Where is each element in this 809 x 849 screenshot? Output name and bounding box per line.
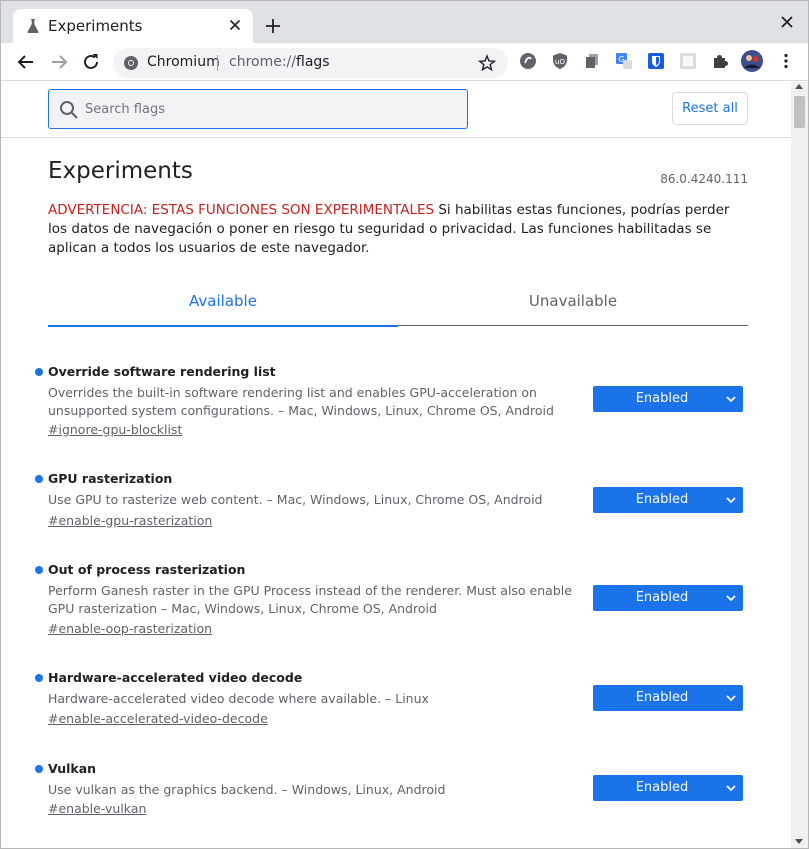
omnibox-url[interactable]: chrome://flags bbox=[229, 54, 330, 70]
omnibox-site-label: Chromium bbox=[147, 54, 220, 70]
flag-status-dot bbox=[35, 765, 43, 773]
star-icon[interactable] bbox=[478, 54, 496, 72]
flag-state-select[interactable]: Enabled bbox=[593, 585, 743, 611]
bitwarden-icon[interactable] bbox=[647, 52, 665, 70]
flags-tabs: Available Unavailable bbox=[48, 282, 748, 327]
flag-name: GPU rasterization bbox=[48, 471, 173, 486]
flag-state-select[interactable]: Enabled bbox=[593, 487, 743, 513]
scroll-thumb[interactable] bbox=[794, 96, 805, 128]
flag-status-dot bbox=[35, 475, 43, 483]
flag-status-dot bbox=[35, 566, 43, 574]
chevron-down-icon bbox=[726, 595, 736, 602]
blank-extension-icon[interactable] bbox=[679, 52, 697, 70]
flag-name: Vulkan bbox=[48, 761, 97, 776]
scroll-down-arrow-icon[interactable] bbox=[795, 839, 803, 844]
forward-arrow-icon[interactable] bbox=[48, 51, 70, 73]
flag-description: Overrides the built-in software renderin… bbox=[48, 385, 554, 418]
page-scrollbar[interactable] bbox=[791, 82, 808, 848]
tab-close-icon[interactable] bbox=[227, 17, 243, 33]
omnibox-separator bbox=[217, 55, 218, 71]
chevron-down-icon bbox=[726, 695, 736, 702]
omnibox[interactable]: Chromium chrome://flags bbox=[113, 48, 508, 78]
sync-extension-icon[interactable] bbox=[519, 52, 537, 70]
flag-permalink[interactable]: #enable-accelerated-video-decode bbox=[48, 711, 268, 726]
flag-status-dot bbox=[35, 674, 43, 682]
flag-description: Use GPU to rasterize web content. – Mac,… bbox=[48, 492, 543, 507]
browser-toolbar: Chromium chrome://flags uO G bbox=[1, 43, 808, 81]
flag-name: Override software rendering list bbox=[48, 364, 276, 379]
flag-description: Perform Ganesh raster in the GPU Process… bbox=[48, 583, 572, 616]
flag-permalink[interactable]: #enable-oop-rasterization bbox=[48, 621, 212, 636]
new-tab-icon[interactable] bbox=[263, 16, 283, 36]
warning-strong: ADVERTENCIA: ESTAS FUNCIONES SON EXPERIM… bbox=[48, 202, 435, 218]
search-box[interactable] bbox=[48, 89, 468, 129]
tab-selected-indicator bbox=[48, 325, 398, 327]
flag-state-value: Enabled bbox=[635, 391, 689, 406]
tab-unavailable[interactable]: Unavailable bbox=[398, 292, 748, 310]
puzzle-icon[interactable] bbox=[711, 52, 729, 70]
window-close-icon[interactable] bbox=[780, 15, 794, 29]
flag-permalink[interactable]: #enable-vulkan bbox=[48, 801, 146, 816]
back-arrow-icon[interactable] bbox=[15, 51, 37, 73]
chromium-icon bbox=[124, 56, 138, 70]
svg-text:uO: uO bbox=[555, 58, 565, 66]
avatar[interactable] bbox=[741, 50, 763, 72]
flag-state-value: Enabled bbox=[635, 590, 689, 605]
search-icon bbox=[60, 101, 78, 119]
flags-header: Reset all bbox=[1, 82, 791, 138]
page-title: Experiments bbox=[48, 158, 193, 184]
search-input[interactable] bbox=[85, 98, 455, 120]
flag-permalink[interactable]: #enable-gpu-rasterization bbox=[48, 513, 212, 528]
version-label: 86.0.4240.111 bbox=[660, 172, 748, 186]
translate-icon[interactable]: G bbox=[615, 52, 633, 70]
kebab-menu-icon[interactable] bbox=[777, 52, 795, 70]
flag-name: Out of process rasterization bbox=[48, 562, 246, 577]
url-path: flags bbox=[296, 54, 330, 70]
chevron-down-icon bbox=[726, 396, 736, 403]
flag-description: Hardware-accelerated video decode where … bbox=[48, 691, 429, 706]
url-scheme: chrome:// bbox=[229, 54, 296, 70]
reload-icon[interactable] bbox=[80, 51, 102, 73]
copy-extension-icon[interactable] bbox=[583, 52, 601, 70]
flag-state-select[interactable]: Enabled bbox=[593, 386, 743, 412]
reset-all-button[interactable]: Reset all bbox=[672, 92, 748, 125]
browser-window: Experiments Chromium chrome://flags uO G… bbox=[0, 0, 809, 849]
flag-state-select[interactable]: Enabled bbox=[593, 685, 743, 711]
tab-experiments[interactable]: Experiments bbox=[13, 9, 253, 43]
ublock-shield-icon[interactable]: uO bbox=[551, 52, 569, 70]
flag-state-value: Enabled bbox=[635, 690, 689, 705]
tab-strip: Experiments bbox=[1, 1, 808, 43]
flag-state-select[interactable]: Enabled bbox=[593, 775, 743, 801]
flags-page: Reset all Experiments 86.0.4240.111 ADVE… bbox=[1, 82, 791, 848]
tab-available[interactable]: Available bbox=[48, 292, 398, 310]
flag-state-value: Enabled bbox=[635, 492, 689, 507]
chevron-down-icon bbox=[726, 497, 736, 504]
flag-permalink[interactable]: #ignore-gpu-blocklist bbox=[48, 422, 182, 437]
flag-status-dot bbox=[35, 368, 43, 376]
chevron-down-icon bbox=[726, 785, 736, 792]
warning-message: ADVERTENCIA: ESTAS FUNCIONES SON EXPERIM… bbox=[48, 201, 748, 258]
flag-description: Use vulkan as the graphics backend. – Wi… bbox=[48, 782, 446, 797]
scroll-up-arrow-icon[interactable] bbox=[795, 84, 803, 89]
flag-state-value: Enabled bbox=[635, 780, 689, 795]
flask-icon bbox=[27, 19, 39, 33]
tab-title: Experiments bbox=[48, 17, 143, 35]
flag-name: Hardware-accelerated video decode bbox=[48, 670, 303, 685]
